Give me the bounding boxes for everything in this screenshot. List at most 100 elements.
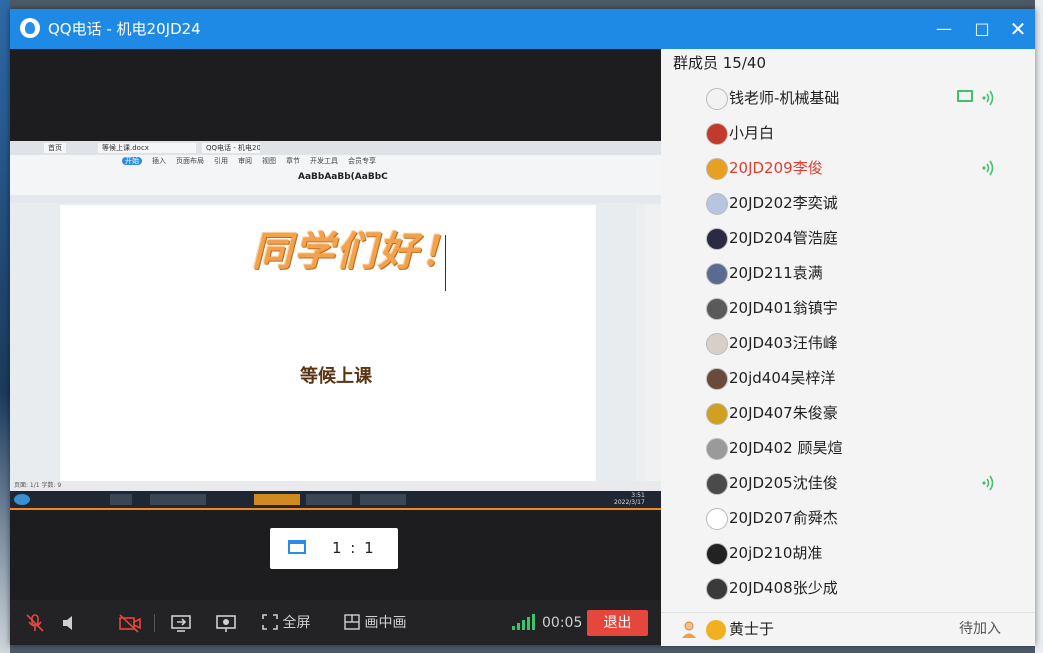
member-name: 20jD210胡准 [729, 544, 823, 562]
ribbon-tab: 开始 [122, 157, 142, 165]
minimize-button[interactable]: — [932, 17, 956, 41]
taskbar-app [360, 494, 406, 505]
person-icon [679, 619, 699, 639]
member-name: 黄士于 [729, 620, 775, 638]
taskbar-app [110, 494, 132, 505]
pending-status: 待加入 [959, 621, 1001, 637]
ribbon-tab: 开发工具 [310, 157, 338, 165]
exit-button[interactable]: 退出 [587, 610, 648, 636]
pending-member-row[interactable]: 黄士于 待加入 [661, 612, 1035, 646]
member-row[interactable]: 20JD209李俊 [661, 150, 1035, 185]
qq-call-window: QQ电话 - 机电20JD24 — □ ✕ 首页 等候上课.docx QQ电话 … [10, 9, 1035, 646]
fullscreen-button[interactable]: 全屏 [262, 613, 310, 633]
doc-status-text: 页面: 1/1 字数: 9 [14, 482, 62, 489]
shared-screen[interactable]: 首页 等候上课.docx QQ电话 - 机电20JD24 开始 插入 页面布局 引用 审… [10, 141, 661, 510]
member-row[interactable]: 20JD204管浩庭 [661, 220, 1035, 255]
member-row[interactable]: 20JD407朱俊豪 [661, 395, 1035, 430]
member-name: 钱老师-机械基础 [729, 89, 840, 107]
member-row[interactable]: 20JD402 顾昊煊 [661, 430, 1035, 465]
doc-tab: 等候上课.docx [98, 143, 196, 153]
ribbon-tabs: 开始 插入 页面布局 引用 审阅 视图 章节 开发工具 会员专享 [122, 157, 386, 166]
taskbar-time: 3:51 [631, 492, 645, 499]
ribbon-tab: 引用 [214, 157, 228, 165]
ribbon-tab: 会员专享 [348, 157, 376, 165]
avatar [706, 333, 728, 355]
doc-greeting: 同学们好！ [252, 228, 462, 275]
close-button[interactable]: ✕ [1006, 17, 1030, 41]
member-name: 20JD211袁满 [729, 264, 823, 282]
mic-muted-icon[interactable] [24, 613, 46, 633]
title-bar[interactable]: QQ电话 - 机电20JD24 — □ ✕ [10, 9, 1035, 49]
call-controls: 全屏 画中画 00:05 退出 [10, 600, 661, 645]
doc-side-tools [646, 205, 661, 481]
camera-off-icon[interactable] [118, 613, 142, 633]
pip-button[interactable]: 画中画 [344, 613, 406, 633]
member-row[interactable]: 20JD205沈佳俊 [661, 465, 1035, 500]
pip-label: 画中画 [364, 615, 407, 631]
member-row[interactable]: 20JD403汪伟峰 [661, 325, 1035, 360]
avatar [706, 438, 728, 460]
text-cursor [445, 235, 446, 291]
avatar [706, 228, 728, 250]
member-row[interactable]: 20JD211袁满 [661, 255, 1035, 290]
member-row[interactable]: 小月白 [661, 115, 1035, 150]
doc-tab-bar: 首页 等候上课.docx QQ电话 - 机电20JD24 [10, 141, 661, 156]
doc-subtitle: 等候上课 [300, 366, 372, 387]
qq-logo-icon [20, 18, 40, 38]
start-icon [14, 494, 30, 505]
screen-share-icon [957, 90, 973, 102]
window-title: QQ电话 - 机电20JD24 [48, 20, 201, 38]
member-name: 20JD204管浩庭 [729, 229, 838, 247]
doc-scrollbar [636, 205, 646, 481]
window-icon [288, 540, 306, 554]
beauty-camera-icon[interactable] [215, 613, 237, 633]
member-name: 20JD408张少成 [729, 579, 838, 597]
doc-ribbon: 开始 插入 页面布局 引用 审阅 视图 章节 开发工具 会员专享 AaBbAaBb(AaBbC [10, 155, 661, 196]
avatar [706, 620, 726, 640]
ribbon-tab: 插入 [152, 157, 166, 165]
control-separator [154, 614, 155, 632]
fullscreen-label: 全屏 [282, 615, 311, 631]
avatar [706, 508, 728, 530]
member-row[interactable]: 20jD210胡准 [661, 535, 1035, 570]
voice-icon [979, 473, 999, 493]
maximize-button[interactable]: □ [970, 17, 994, 41]
video-area[interactable]: 首页 等候上课.docx QQ电话 - 机电20JD24 开始 插入 页面布局 引用 审… [10, 49, 661, 600]
desktop-right-edge [1035, 0, 1043, 653]
member-name: 20JD209李俊 [729, 159, 823, 177]
member-row[interactable]: 20JD408张少成 [661, 570, 1035, 605]
ratio-label: 1 : 1 [332, 539, 376, 557]
taskbar-clock: 3:51 2022/3/17 [614, 492, 645, 506]
ratio-button[interactable]: 1 : 1 [270, 528, 398, 569]
member-name: 20JD207俞舜杰 [729, 509, 838, 527]
avatar [706, 298, 728, 320]
members-panel: 群成员 15/40 钱老师-机械基础 小月白 20JD209李俊 20JD202李奕诚… [661, 49, 1035, 646]
member-name: 20JD402 顾昊煊 [729, 439, 843, 457]
avatar [706, 368, 728, 390]
avatar [706, 578, 728, 600]
doc-status-bar: 页面: 1/1 字数: 9 [10, 481, 661, 491]
ribbon-tab: 页面布局 [176, 157, 204, 165]
call-duration: 00:05 [542, 615, 583, 631]
member-name: 20JD401翁镇宇 [729, 299, 838, 317]
pip-icon [344, 614, 360, 630]
taskbar-app [254, 494, 300, 505]
member-row[interactable]: 钱老师-机械基础 [661, 80, 1035, 115]
member-row[interactable]: 20JD401翁镇宇 [661, 290, 1035, 325]
member-row[interactable]: 20JD202李奕诚 [661, 185, 1035, 220]
member-name: 20jd404吴梓洋 [729, 369, 836, 387]
member-row[interactable]: 20JD207俞舜杰 [661, 500, 1035, 535]
member-row[interactable]: 20jd404吴梓洋 [661, 360, 1035, 395]
taskbar-date: 2022/3/17 [614, 499, 645, 506]
doc-tab: QQ电话 - 机电20JD24 [202, 143, 260, 153]
desktop-left-edge [0, 0, 10, 653]
avatar [706, 543, 728, 565]
share-screen-icon[interactable] [170, 613, 192, 633]
speaker-icon[interactable] [60, 613, 82, 633]
avatar [706, 473, 728, 495]
voice-icon [979, 158, 999, 178]
doc-tab: 首页 [44, 143, 66, 153]
member-name: 小月白 [729, 124, 775, 142]
shared-taskbar: 3:51 2022/3/17 [10, 491, 661, 508]
member-name: 20JD205沈佳俊 [729, 474, 838, 492]
